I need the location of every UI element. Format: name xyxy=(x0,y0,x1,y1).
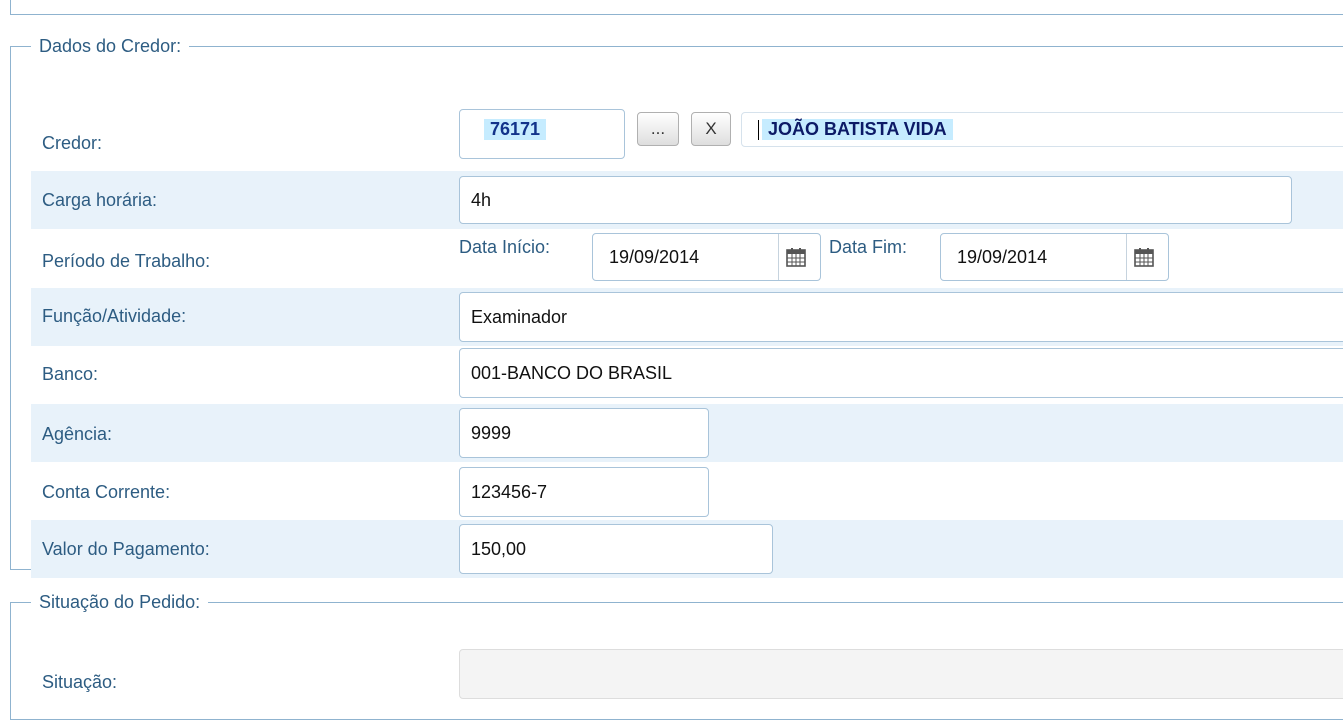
carga-horaria-input[interactable]: 4h xyxy=(459,176,1292,224)
conta-label: Conta Corrente: xyxy=(42,482,171,502)
agencia-row: Agência: 9999 xyxy=(31,404,1343,462)
funcao-label: Função/Atividade: xyxy=(42,306,187,326)
credor-section-legend: Dados do Credor: xyxy=(39,36,182,56)
agencia-label: Agência: xyxy=(42,424,113,444)
valor-label: Valor do Pagamento: xyxy=(42,539,210,559)
data-fim-value: 19/09/2014 xyxy=(957,246,1048,267)
situacao-label: Situação: xyxy=(42,672,118,692)
valor-row: Valor do Pagamento: 150,00 xyxy=(31,520,1343,578)
carga-horaria-label: Carga horária: xyxy=(42,190,158,210)
agencia-input[interactable]: 9999 xyxy=(459,408,709,458)
credor-code-input[interactable]: 76171 xyxy=(459,109,625,159)
credor-lookup-button[interactable]: ... xyxy=(637,112,679,146)
banco-row: Banco: 001-BANCO DO BRASIL xyxy=(31,346,1343,404)
funcao-input[interactable]: Examinador xyxy=(459,292,1343,342)
valor-input[interactable]: 150,00 xyxy=(459,524,773,574)
banco-input[interactable]: 001-BANCO DO BRASIL xyxy=(459,348,1343,398)
situacao-section: Situação do Pedido: Situação: xyxy=(10,592,1343,720)
calendar-icon[interactable] xyxy=(778,234,813,280)
credor-code-value: 76171 xyxy=(484,119,547,140)
data-inicio-value: 19/09/2014 xyxy=(609,246,700,267)
situacao-row: Situação: xyxy=(31,647,1343,703)
data-inicio-input[interactable]: 19/09/2014 xyxy=(592,233,821,281)
data-fim-label: Data Fim: xyxy=(829,237,908,257)
credor-name-value: JOÃO BATISTA VIDA xyxy=(762,119,953,140)
periodo-label: Período de Trabalho: xyxy=(42,251,211,271)
banco-label: Banco: xyxy=(42,364,99,384)
text-caret xyxy=(758,119,759,140)
credor-row: Credor: 76171 ... X JOÃO BATISTA VIDA xyxy=(31,109,1343,165)
credor-name-field: JOÃO BATISTA VIDA xyxy=(741,112,1343,147)
calendar-icon[interactable] xyxy=(1126,234,1161,280)
carga-horaria-row: Carga horária: 4h xyxy=(31,171,1343,229)
conta-row: Conta Corrente: 123456-7 xyxy=(31,462,1343,520)
conta-input[interactable]: 123456-7 xyxy=(459,467,709,517)
situacao-section-legend: Situação do Pedido: xyxy=(39,592,201,612)
data-inicio-label: Data Início: xyxy=(459,237,551,257)
credor-section: Dados do Credor: Credor: 76171 ... X JOÃ… xyxy=(10,36,1343,578)
credor-label: Credor: xyxy=(42,133,103,153)
credor-clear-button[interactable]: X xyxy=(691,112,731,146)
data-fim-input[interactable]: 19/09/2014 xyxy=(940,233,1169,281)
funcao-row: Função/Atividade: Examinador xyxy=(31,288,1343,346)
situacao-input xyxy=(459,649,1343,699)
periodo-row: Período de Trabalho: Data Início: 19/09/… xyxy=(31,229,1343,288)
previous-section-border xyxy=(10,0,1343,15)
